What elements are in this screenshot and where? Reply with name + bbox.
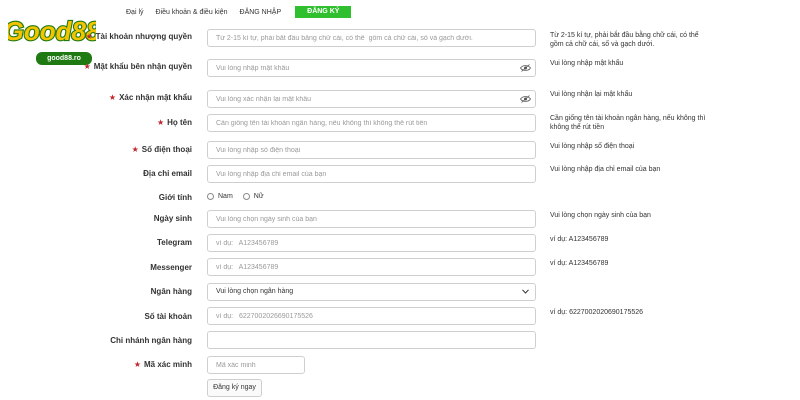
required-star-icon: ★ (133, 360, 141, 369)
hint-account: Từ 2-15 kí tự, phải bắt đầu bằng chữ cái… (550, 32, 699, 48)
register-now-button[interactable]: Đăng ký ngay (207, 379, 262, 397)
label-email: Địa chỉ email (143, 169, 192, 178)
nav-agent[interactable]: Đại lý (126, 9, 144, 16)
label-birthday: Ngày sinh (153, 214, 192, 223)
label-branch: Chi nhánh ngân hàng (110, 336, 192, 345)
top-nav: Đại lý Điều khoản & điều kiện ĐĂNG NHẬP … (126, 6, 352, 18)
label-bank: Ngân hàng (150, 287, 192, 296)
logo-graphic: Good88 (8, 15, 96, 47)
chevron-down-icon (522, 289, 529, 294)
label-account-number: Số tài khoản (144, 312, 192, 321)
hint-fullname: Cần giống tên tài khoản ngân hàng, nếu k… (550, 115, 706, 131)
phone-input[interactable] (207, 141, 536, 159)
hint-password: Vui lòng nhập mật khẩu (550, 60, 624, 67)
hint-account-number: ví dụ: 6227002020690175526 (550, 309, 644, 316)
password-input[interactable] (207, 59, 536, 77)
label-telegram: Telegram (157, 238, 192, 247)
gender-option-female[interactable]: Nữ (242, 193, 264, 200)
fullname-input[interactable] (207, 114, 536, 132)
hint-email: Vui lòng nhập địa chỉ email của bạn (550, 166, 661, 173)
required-star-icon: ★ (85, 32, 93, 41)
email-input[interactable] (207, 165, 536, 183)
messenger-input[interactable] (207, 258, 536, 276)
bank-select[interactable]: Vui lòng chọn ngân hàng (207, 283, 536, 301)
radio-circle-icon[interactable] (207, 193, 214, 200)
label-messenger: Messenger (150, 263, 192, 272)
branch-input[interactable] (207, 331, 536, 349)
birthday-input[interactable] (207, 210, 536, 228)
hint-phone: Vui lòng nhập số điện thoại (550, 143, 635, 150)
label-confirm: ★ Xác nhận mật khẩu (108, 93, 192, 102)
telegram-input[interactable] (207, 234, 536, 252)
required-star-icon: ★ (156, 118, 165, 127)
eye-slash-icon[interactable] (520, 64, 531, 72)
account-number-input[interactable] (207, 307, 536, 325)
label-account: ★ Tài khoản nhượng quyền (85, 32, 192, 41)
nav-login[interactable]: ĐĂNG NHẬP (240, 9, 282, 16)
hint-messenger: ví dụ: A123456789 (550, 260, 609, 267)
hint-birthday: Vui lòng chọn ngày sinh của bạn (550, 212, 651, 219)
radio-circle-icon[interactable] (242, 193, 250, 200)
hint-telegram: ví dụ: A123456789 (550, 236, 609, 243)
required-star-icon: ★ (83, 62, 91, 71)
nav-register[interactable]: ĐĂNG KÝ (295, 6, 352, 18)
required-star-icon: ★ (131, 145, 139, 154)
label-password: ★ Mật khẩu bên nhận quyền (83, 62, 192, 71)
label-captcha: ★ Mã xác minh (133, 360, 192, 369)
captcha-input[interactable] (207, 356, 305, 374)
hint-confirm: Vui lòng nhận lại mật khẩu (550, 91, 633, 98)
account-input[interactable] (207, 29, 536, 47)
eye-slash-icon[interactable] (520, 95, 531, 103)
required-star-icon: ★ (108, 93, 117, 102)
label-gender: Giới tính (158, 193, 192, 202)
label-fullname: ★ Họ tên (156, 118, 192, 127)
label-phone: ★ Số điện thoại (131, 145, 192, 154)
gender-option-male[interactable]: Nam (207, 193, 233, 200)
nav-terms[interactable]: Điều khoản & điều kiện (156, 9, 228, 16)
gender-radio-group: Nam Nữ (207, 193, 274, 200)
confirm-password-input[interactable] (207, 90, 536, 108)
